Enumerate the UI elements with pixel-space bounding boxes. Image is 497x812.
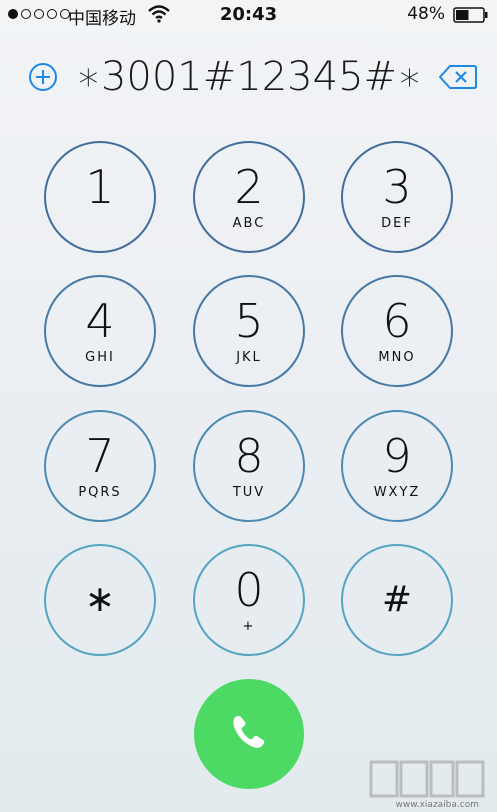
key-letters: GHI [85,349,115,365]
key-5[interactable]: 5 JKL [193,275,305,387]
battery-percent: 48% [407,4,445,24]
key-digit: 5 [234,293,264,348]
key-digit: 7 [85,428,115,483]
key-digit: 3 [382,159,412,214]
key-2[interactable]: 2 ABC [193,141,305,253]
phone-icon [229,712,269,756]
dialed-number-display: ∗3001#12345#∗ [75,54,423,100]
key-letters: PQRS [78,484,122,500]
key-digit: 1 [85,159,115,214]
key-letters: MNO [378,349,416,365]
key-hash[interactable]: # [341,544,453,656]
key-star[interactable]: ∗ [44,544,156,656]
key-9[interactable]: 9 WXYZ [341,410,453,522]
key-6[interactable]: 6 MNO [341,275,453,387]
key-4[interactable]: 4 GHI [44,275,156,387]
key-3[interactable]: 3 DEF [341,141,453,253]
key-0[interactable]: 0 + [193,544,305,656]
backspace-icon[interactable] [438,64,478,90]
call-button[interactable] [194,679,304,789]
key-digit: 2 [234,159,264,214]
key-digit: # [381,579,413,620]
key-letters: DEF [381,215,413,231]
key-letters: ABC [232,215,266,231]
battery-icon [453,7,489,23]
key-1[interactable]: 1 [44,141,156,253]
key-letters: + [242,618,256,634]
key-digit: 9 [382,428,412,483]
key-7[interactable]: 7 PQRS [44,410,156,522]
key-letters: TUV [232,484,266,500]
key-digit: ∗ [84,579,116,620]
key-letters: JKL [236,349,262,365]
key-digit: 0 [234,562,264,617]
key-digit: 6 [382,293,412,348]
number-entry-row: ∗3001#12345#∗ [0,52,497,104]
key-letters: WXYZ [373,484,421,500]
key-digit: 8 [234,428,264,483]
watermark-url: www.xiazaiba.com [395,800,479,810]
status-bar: 中国移动 20:43 48% [0,0,497,30]
key-8[interactable]: 8 TUV [193,410,305,522]
key-digit: 4 [85,293,115,348]
plus-circle-icon[interactable] [28,62,58,92]
